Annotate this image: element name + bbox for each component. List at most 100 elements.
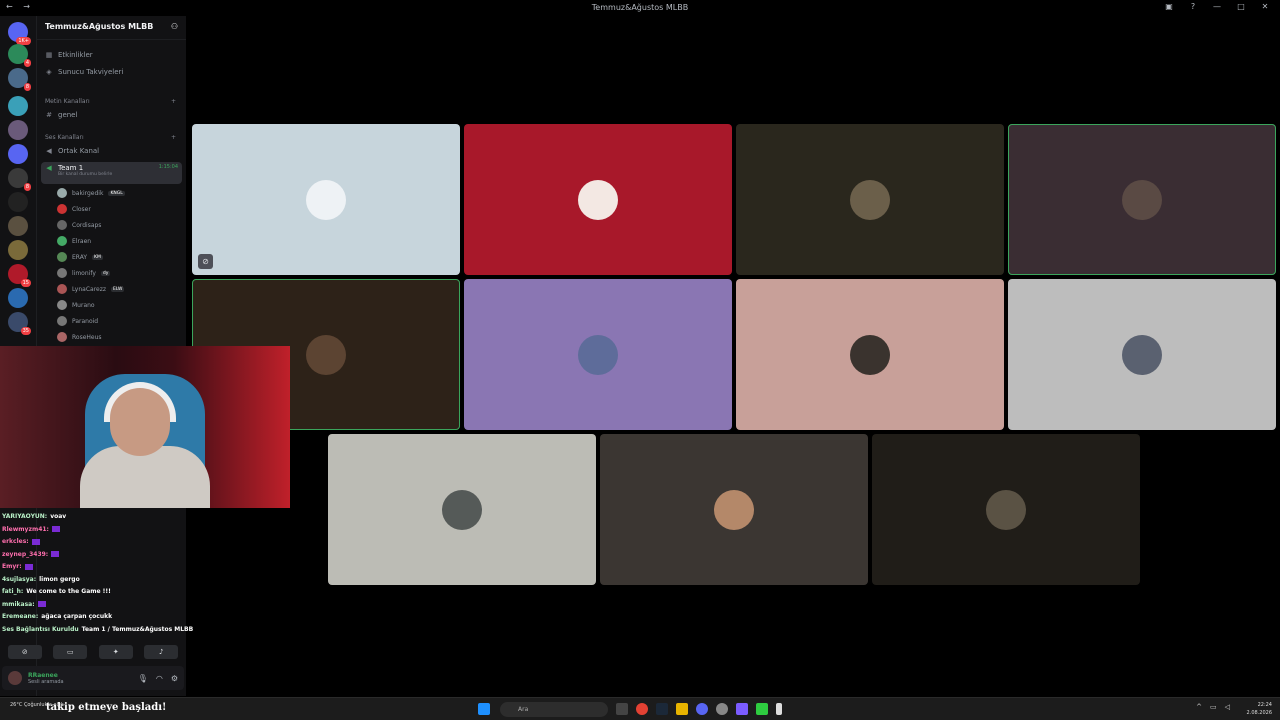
participant-tile[interactable] (872, 434, 1140, 585)
screen-share-button[interactable]: ▭ (53, 645, 88, 659)
channel-ortak-kanal[interactable]: ◀ Ortak Kanal (41, 144, 182, 158)
participant-tile[interactable] (464, 279, 732, 430)
voice-stage: ⊘ (186, 16, 1280, 696)
maximize-button[interactable]: □ (1234, 2, 1248, 11)
download-icon[interactable] (756, 703, 768, 715)
voice-category[interactable]: Ses Kanalları + (41, 130, 182, 144)
voice-member[interactable]: bakirgedik KNGL (57, 186, 182, 200)
participant-tile[interactable] (736, 279, 1004, 430)
chat-username: Rlewmyzm41: (2, 525, 49, 533)
app-icon[interactable] (776, 703, 782, 715)
participant-tile[interactable] (1008, 279, 1276, 430)
volume-icon[interactable]: ◁ (1225, 703, 1230, 711)
task-view-icon[interactable] (616, 703, 628, 715)
participant-tile[interactable]: ⊘ (192, 124, 460, 275)
clock[interactable]: 22:24 2.08.2026 (1247, 701, 1272, 717)
server-icon[interactable]: 8 (8, 168, 31, 191)
participant-tile[interactable] (600, 434, 868, 585)
voice-member[interactable]: LynaCarezz ELW (57, 282, 182, 296)
server-icon[interactable]: 15 (8, 264, 31, 287)
member-name: ERAY (72, 253, 88, 261)
participant-tile[interactable] (1008, 124, 1276, 275)
activities-button[interactable]: ✦ (98, 645, 133, 659)
server-icon[interactable]: 4 (8, 44, 31, 67)
voice-member[interactable]: Murano (57, 298, 182, 312)
minimize-button[interactable]: — (1210, 2, 1224, 11)
voice-member[interactable]: Closer (57, 202, 182, 216)
avatar[interactable] (8, 671, 22, 685)
channel-label: genel (58, 111, 78, 119)
chat-username: 4sujlasya: (2, 575, 37, 583)
help-icon[interactable]: ? (1186, 2, 1200, 11)
voice-member[interactable]: Elraen (57, 234, 182, 248)
inbox-icon[interactable]: ▣ (1162, 2, 1176, 11)
avatar (578, 335, 618, 375)
voice-member[interactable]: Paranoid (57, 314, 182, 328)
server-icon[interactable] (8, 288, 28, 308)
avatar (850, 180, 890, 220)
chat-text: voav (50, 513, 67, 520)
windows-start-icon[interactable] (478, 703, 490, 715)
voice-member[interactable]: RoseHeus (57, 330, 182, 344)
voice-member[interactable]: ERAY KM (57, 250, 182, 264)
member-name: Elraen (72, 237, 92, 245)
text-category[interactable]: Metin Kanalları + (41, 94, 182, 108)
avatar (306, 180, 346, 220)
speaker-icon: ◀ (46, 147, 52, 155)
channel-genel[interactable]: # genel (41, 108, 182, 122)
chevron-up-icon[interactable]: ^ (1196, 703, 1202, 711)
chat-message: Emyr: (2, 562, 33, 572)
chat-message: Eremeane: ağaca çarpan çocukk (2, 612, 112, 622)
add-channel-icon[interactable]: + (171, 134, 176, 141)
voice-controls: ⊘ ▭ ✦ ♪ (2, 640, 184, 664)
participant-tile[interactable] (464, 124, 732, 275)
chrome-icon[interactable] (636, 703, 648, 715)
chat-message: zeynep_3439: (2, 550, 60, 560)
server-icon[interactable] (8, 120, 28, 140)
voice-member[interactable]: limonify dy (57, 266, 182, 280)
category-label: Metin Kanalları (45, 97, 90, 105)
events-item[interactable]: ▦ Etkinlikler (41, 48, 182, 62)
item-label: Sunucu Takviyeleri (58, 68, 124, 76)
server-icon[interactable] (8, 192, 28, 212)
participant-tile[interactable] (328, 434, 596, 585)
gear-icon[interactable]: ⚙ (171, 674, 178, 683)
home-icon[interactable]: 1K+ (8, 22, 31, 45)
participant-tile[interactable] (736, 124, 1004, 275)
headphones-icon[interactable]: ◠ (156, 674, 163, 683)
taskbar-search[interactable]: Ara (500, 702, 608, 717)
avatar (986, 490, 1026, 530)
server-header[interactable]: Temmuz&Ağustos MLBB ⚇ (37, 16, 186, 40)
camera-off-button[interactable]: ⊘ (7, 645, 42, 659)
muted-mic-icon: ⊘ (198, 254, 213, 269)
server-icon[interactable] (8, 240, 28, 260)
emote-icon (31, 538, 40, 545)
username: RRaenee (28, 671, 58, 679)
hash-icon: # (46, 111, 52, 119)
channel-status[interactable]: Bir kanal durumu belirle (58, 172, 112, 177)
steam-icon[interactable] (656, 703, 668, 715)
folder-icon[interactable] (676, 703, 688, 715)
server-icon[interactable]: 8 (8, 68, 31, 91)
server-icon[interactable]: 35 (8, 312, 31, 335)
network-icon[interactable]: ▭ (1210, 703, 1217, 711)
discord-icon[interactable] (696, 703, 708, 715)
microphone-icon[interactable]: 🎙︎ (138, 674, 148, 683)
channel-team-1[interactable]: ◀ Team 1 Bir kanal durumu belirle 1:15:0… (41, 162, 182, 184)
member-tag: ELW (111, 286, 125, 292)
server-icon[interactable] (8, 216, 28, 236)
add-member-icon[interactable]: ⚇ (171, 22, 178, 33)
voice-member[interactable]: Cordisaps (57, 218, 182, 232)
server-icon[interactable] (8, 96, 28, 116)
close-button[interactable]: ✕ (1258, 2, 1272, 11)
app-icon[interactable] (736, 703, 748, 715)
boosts-item[interactable]: ◈ Sunucu Takviyeleri (41, 65, 182, 79)
obs-icon[interactable] (716, 703, 728, 715)
soundboard-button[interactable]: ♪ (144, 645, 179, 659)
member-tag: KM (92, 254, 103, 260)
chat-message: YARIYAOYUN: voav (2, 512, 66, 522)
window-title: Temmuz&Ağustos MLBB (591, 3, 689, 12)
chat-message: 4sujlasya: limon gergo (2, 575, 80, 585)
server-icon[interactable] (8, 144, 28, 164)
add-channel-icon[interactable]: + (171, 98, 176, 105)
